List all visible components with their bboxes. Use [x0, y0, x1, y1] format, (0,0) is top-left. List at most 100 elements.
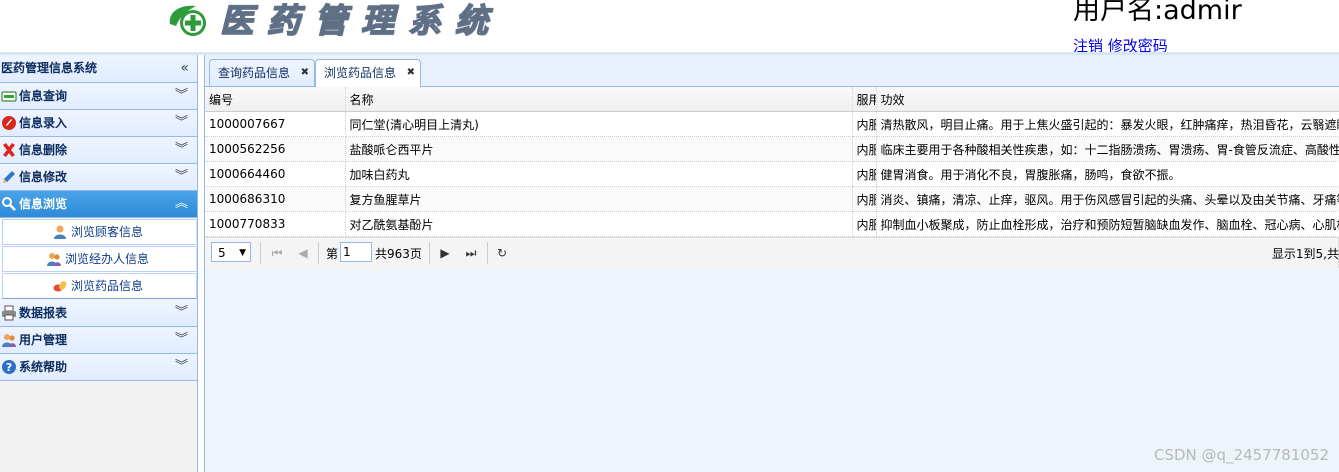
- submenu-label: 浏览药品信息: [71, 279, 144, 293]
- chevron-up-icon: ︽: [174, 196, 188, 211]
- main-panel: 查询药品信息 ✖ 浏览药品信息 ✖ 编号 名称 服用 功效 1000007667…: [198, 55, 1339, 472]
- double-chevron-left-icon[interactable]: «: [180, 55, 189, 82]
- column-header-name[interactable]: 名称: [345, 87, 853, 112]
- close-icon[interactable]: ✖: [301, 60, 309, 86]
- cell-name: 盐酸哌仑西平片: [345, 136, 853, 162]
- total-pages-label: 共963页: [375, 247, 422, 261]
- sidebar-item-label: 信息浏览: [19, 197, 68, 211]
- cell-usage: 内服: [852, 161, 877, 187]
- table-row[interactable]: 1000562256盐酸哌仑西平片内服临床主要用于各种酸相关性疾患，如：十二指肠…: [205, 136, 1339, 162]
- sidebar-item-label: 信息修改: [19, 170, 68, 184]
- sidebar-item-query[interactable]: 信息查询 ︾: [0, 83, 197, 110]
- next-page-icon[interactable]: ▶: [435, 243, 455, 263]
- refresh-icon[interactable]: ↻: [492, 243, 512, 263]
- sidebar-item-browse[interactable]: 信息浏览 ︽: [0, 191, 197, 218]
- page-summary: 显示1到5,共: [1271, 247, 1339, 261]
- printer-icon: [1, 305, 17, 321]
- pager-separator: [318, 242, 319, 264]
- pager-separator: [487, 242, 488, 264]
- change-password-link[interactable]: 修改密码: [1108, 37, 1168, 52]
- pencil-icon: [1, 169, 17, 185]
- app-header: 医药管理系统 用户名:admir 注销 修改密码: [0, 0, 1339, 52]
- sidebar-item-delete[interactable]: 信息删除 ︾: [0, 137, 197, 164]
- submenu-browse-medicines[interactable]: 浏览药品信息: [2, 273, 197, 299]
- pills-icon: [52, 278, 68, 294]
- cell-usage: 内服: [852, 186, 877, 212]
- submenu-browse-handlers[interactable]: 浏览经办人信息: [2, 246, 197, 272]
- help-icon: ?: [1, 359, 17, 375]
- table-row[interactable]: 1000664460加味白药丸内服健胃消食。用于消化不良，胃腹胀痛，肠鸣，食欲不…: [205, 161, 1339, 187]
- chevron-down-icon: ︾: [174, 88, 188, 103]
- column-header-effect[interactable]: 功效: [876, 87, 1339, 112]
- table-row[interactable]: 1000686310复方鱼腥草片内服消炎、镇痛，清凉、止痒，驱风。用于伤风感冒引…: [205, 186, 1339, 212]
- sidebar-item-edit[interactable]: 信息修改 ︾: [0, 164, 197, 191]
- browse-submenu: 浏览顾客信息 浏览经办人信息 浏览药品信息: [0, 219, 197, 299]
- cell-usage: 内服: [852, 211, 877, 237]
- prev-page-icon[interactable]: ◀: [293, 243, 313, 263]
- pagination-bar: 5 ▼ ⏮ ◀ 第 共963页 ▶ ⏭ ↻ 显示1到5,共: [204, 237, 1339, 269]
- submenu-label: 浏览顾客信息: [71, 225, 144, 239]
- close-icon[interactable]: ✖: [407, 60, 415, 86]
- users-icon: [1, 332, 17, 348]
- sidebar-item-label: 信息删除: [19, 143, 68, 157]
- cell-id: 1000007667: [205, 111, 346, 137]
- chevron-down-icon: ︾: [174, 169, 188, 184]
- chevron-down-icon: ︾: [174, 142, 188, 157]
- chevron-down-icon: ︾: [174, 332, 188, 347]
- magnifier-icon: [1, 196, 17, 212]
- person-icon: [52, 224, 68, 240]
- cell-usage: 内服: [852, 136, 877, 162]
- cell-id: 1000664460: [205, 161, 346, 187]
- tab-strip: 查询药品信息 ✖ 浏览药品信息 ✖: [204, 55, 1339, 87]
- grid-header-row: 编号 名称 服用 功效: [205, 87, 1339, 112]
- cross-leaf-logo-icon: [169, 5, 206, 36]
- page-number-input[interactable]: [340, 242, 372, 262]
- column-header-usage[interactable]: 服用: [852, 87, 877, 112]
- tab-label: 浏览药品信息: [324, 66, 397, 80]
- cell-id: 1000562256: [205, 136, 346, 162]
- column-header-id[interactable]: 编号: [205, 87, 346, 112]
- medicine-datagrid: 编号 名称 服用 功效 1000007667同仁堂(清心明目上清丸)内服清热散风…: [204, 87, 1339, 242]
- cell-name: 同仁堂(清心明目上清丸): [345, 111, 853, 137]
- chevron-down-icon: ︾: [174, 115, 188, 130]
- watermark: CSDN @q_2457781052: [1154, 446, 1329, 464]
- no-entry-icon: [1, 115, 17, 131]
- table-row[interactable]: 1000770833对乙酰氨基酚片内服抑制血小板聚成，防止血栓形成，治疗和预防短…: [205, 211, 1339, 237]
- svg-text:?: ?: [6, 361, 12, 374]
- cell-effect: 临床主要用于各种酸相关性疾患，如：十二指肠溃疡、胃溃疡、胃-食管反流症、高酸性胃…: [876, 136, 1339, 162]
- grid-empty-area: [204, 268, 1339, 472]
- logout-link[interactable]: 注销: [1073, 37, 1103, 52]
- sidebar-item-help[interactable]: ? 系统帮助 ︾: [0, 354, 197, 381]
- table-row[interactable]: 1000007667同仁堂(清心明目上清丸)内服清热散风，明目止痛。用于上焦火盛…: [205, 111, 1339, 137]
- tab-label: 查询药品信息: [218, 66, 291, 80]
- sidebar-item-label: 用户管理: [19, 333, 68, 347]
- sidebar-accordion: 医药管理信息系统 « 信息查询 ︾ 信息录入 ︾ 信息删除 ︾ 信息修改 ︾ 信…: [0, 55, 198, 472]
- pager-separator: [260, 242, 261, 264]
- chevron-down-icon: ︾: [174, 305, 188, 320]
- sidebar-item-reports[interactable]: 数据报表 ︾: [0, 300, 197, 327]
- page-label: 第: [326, 247, 339, 261]
- first-page-icon[interactable]: ⏮: [267, 243, 287, 263]
- sidebar-item-users[interactable]: 用户管理 ︾: [0, 327, 197, 354]
- page-size-value: 5: [218, 246, 226, 260]
- people-icon: [46, 251, 62, 267]
- cell-usage: 内服: [852, 111, 877, 137]
- username-label: 用户名:admir: [1073, 0, 1242, 26]
- cell-effect: 清热散风，明目止痛。用于上焦火盛引起的：暴发火眼，红肿痛痒，热泪昏花，云翳遮睛: [876, 111, 1339, 137]
- sidebar-item-label: 数据报表: [19, 306, 68, 320]
- tab-query-medicine[interactable]: 查询药品信息 ✖: [209, 59, 315, 86]
- last-page-icon[interactable]: ⏭: [461, 243, 481, 263]
- user-links: 注销 修改密码: [1073, 38, 1168, 52]
- sidebar-header: 医药管理信息系统 «: [0, 55, 197, 83]
- pager-separator: [429, 242, 430, 264]
- sidebar-item-label: 信息查询: [19, 89, 68, 103]
- tab-browse-medicine[interactable]: 浏览药品信息 ✖: [315, 59, 421, 87]
- cell-effect: 消炎、镇痛，清凉、止痒，驱风。用于伤风感冒引起的头痛、头晕以及由关节痛、牙痛等: [876, 186, 1339, 212]
- page-size-select[interactable]: 5 ▼: [211, 242, 251, 262]
- cell-id: 1000686310: [205, 186, 346, 212]
- cell-effect: 抑制血小板聚成，防止血栓形成，治疗和预防短暂脑缺血发作、脑血栓、冠心病、心肌梗死: [876, 211, 1339, 237]
- submenu-browse-customers[interactable]: 浏览顾客信息: [2, 219, 197, 245]
- cell-name: 对乙酰氨基酚片: [345, 211, 853, 237]
- cell-effect: 健胃消食。用于消化不良，胃腹胀痛，肠鸣，食欲不振。: [876, 161, 1339, 187]
- sidebar-item-entry[interactable]: 信息录入 ︾: [0, 110, 197, 137]
